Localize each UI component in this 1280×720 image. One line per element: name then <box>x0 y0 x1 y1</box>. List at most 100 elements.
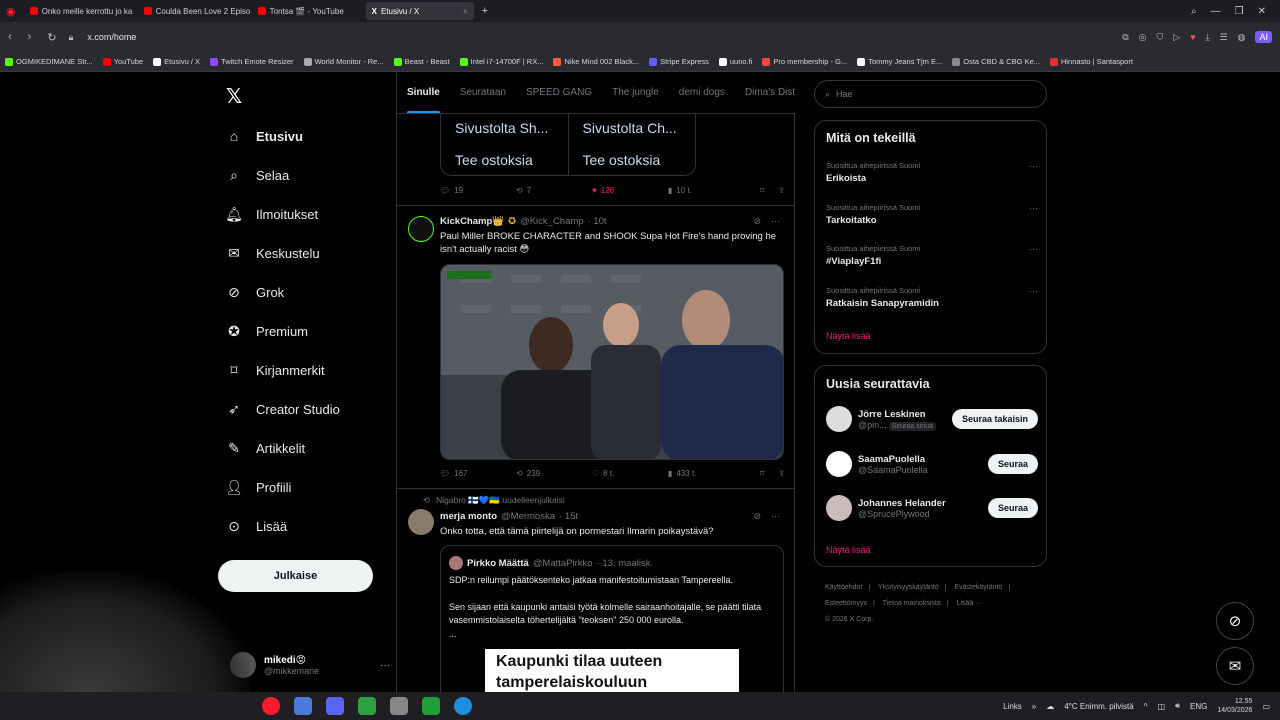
tab-for-you[interactable]: Sinulle <box>397 72 450 113</box>
nav-item-more[interactable]: ⊙ Lisää <box>226 515 287 537</box>
tweet-time[interactable]: · 15t <box>559 511 578 522</box>
search-tabs-icon[interactable]: ⌕ <box>1191 6 1197 17</box>
suggested-user[interactable]: SaamaPuolella @SaamaPuolella Seuraa <box>826 451 1038 477</box>
ai-button[interactable]: AI <box>1255 31 1272 43</box>
follow-back-button[interactable]: Seuraa takaisin <box>951 409 1038 429</box>
shield-app-icon[interactable] <box>390 697 408 715</box>
nav-item-messages[interactable]: ✉ Keskustelu <box>226 242 319 264</box>
notifications-icon[interactable]: ▭ <box>1262 702 1270 711</box>
reply-button[interactable]: 💬︎ 167 <box>440 469 516 478</box>
maximize-icon[interactable]: ❐ <box>1235 6 1244 17</box>
profile-icon[interactable]: ◍ <box>1238 32 1246 43</box>
nav-item-grok[interactable]: ⊘ Grok <box>226 281 284 303</box>
bookmark-icon[interactable]: ⌑ <box>760 186 764 195</box>
bookmark-icon[interactable]: ⌑ <box>760 469 764 478</box>
nav-item-articles[interactable]: ✎ Artikkelit <box>226 437 305 459</box>
show-more-link[interactable]: Näytä lisää <box>826 331 871 341</box>
bookmark-item[interactable]: World Monitor - Re... <box>299 57 389 66</box>
forward-icon[interactable]: › <box>28 31 32 44</box>
nav-item-premium[interactable]: ✪ Premium <box>226 320 308 342</box>
tray-arrow-icon[interactable]: ^ <box>1144 702 1148 711</box>
bookmark-item[interactable]: YouTube <box>98 57 148 66</box>
play-icon[interactable]: ▷ <box>1173 32 1180 43</box>
x-logo-icon[interactable]: 𝕏 <box>226 84 242 108</box>
footer-link[interactable]: Evästekäytäntö <box>955 584 1003 591</box>
footer-link[interactable]: Lisää ··· <box>957 600 983 607</box>
trend-item[interactable]: Suosittua aihepiirissä Suomi Erikoista ··· <box>826 161 1038 184</box>
grok-fab-button[interactable]: ⊘ <box>1216 602 1254 640</box>
opera-app-icon[interactable] <box>262 697 280 715</box>
bookmark-item[interactable]: Etusivu / X <box>148 57 205 66</box>
reply-button[interactable]: 💬︎ 19 <box>440 186 516 195</box>
close-tab-icon[interactable]: × <box>463 7 468 16</box>
opera-icon[interactable]: ◉ <box>0 5 22 18</box>
shield-icon[interactable]: ⛉ <box>1157 32 1164 43</box>
media-app-icon[interactable] <box>422 697 440 715</box>
bookmark-item[interactable]: Pro membership - G... <box>757 57 852 66</box>
more-icon[interactable]: ··· <box>771 216 780 227</box>
like-button[interactable]: ♥ 126 <box>592 186 668 195</box>
discord-icon[interactable] <box>326 697 344 715</box>
quote-image-card[interactable]: Kaupunki tilaa uuteen tamperelaiskouluun <box>485 649 739 692</box>
new-tab-icon[interactable]: + <box>474 5 496 17</box>
clock[interactable]: 12.55 14/03/2026 <box>1217 697 1252 715</box>
tab-the-jungle[interactable]: The jungle <box>602 72 669 113</box>
links-toolbar[interactable]: Links <box>1003 702 1022 711</box>
repost-by[interactable]: Nigabro 🇫🇮💙🇺🇦 uudelleenjulkaisi <box>436 495 565 506</box>
apps-icon[interactable] <box>294 697 312 715</box>
messages-fab-button[interactable]: ✉ <box>1216 647 1254 685</box>
bookmark-item[interactable]: OGMIKEDIMANE Str... <box>0 57 98 66</box>
share-icon[interactable]: ⇪ <box>778 469 785 478</box>
volume-icon[interactable]: 🔊︎ <box>1175 701 1180 711</box>
weather-text[interactable]: 4°C Enimm. pilvistä <box>1064 702 1133 711</box>
bookmark-item[interactable]: Nike Mind 002 Black... <box>548 57 644 66</box>
follow-button[interactable]: Seuraa <box>987 454 1038 474</box>
nav-item-profile[interactable]: 👤︎ Profiili <box>225 476 291 498</box>
chevron-icon[interactable]: » <box>1032 702 1036 711</box>
nav-item-home[interactable]: ⌂ Etusivu <box>226 125 303 147</box>
tab-demi-dogs[interactable]: demi dogs <box>669 72 735 113</box>
like-button[interactable]: ♡ 8 t. <box>592 469 668 478</box>
tweet-time[interactable]: · 10t <box>588 216 607 227</box>
avatar[interactable] <box>408 216 434 242</box>
trend-item[interactable]: Suosittua aihepiirissä Suomi #ViaplayF1fi… <box>826 244 1038 267</box>
footer-link[interactable]: Tietoa mainoksista <box>883 600 941 607</box>
suggested-user[interactable]: Johannes Helander @SprucePlywood Seuraa <box>826 495 1038 521</box>
author-name[interactable]: KickChamp👑 <box>440 216 504 227</box>
bookmark-item[interactable]: Osta CBD & CBG Ke... <box>947 57 1045 66</box>
shop-card[interactable]: Sivustolta Ch... Tee ostoksia <box>569 114 696 175</box>
bookmark-item[interactable]: Twitch Emote Resizer <box>205 57 299 66</box>
browser-tab[interactable]: Coulda Been Love 2 Episo <box>138 2 250 20</box>
grok-icon[interactable]: ⊘ <box>753 216 761 227</box>
network-icon[interactable]: ◫ <box>1157 702 1165 711</box>
reload-icon[interactable]: ↻ <box>47 31 56 44</box>
follow-button[interactable]: Seuraa <box>987 498 1038 518</box>
search-input[interactable]: ⌕ Hae <box>814 80 1047 108</box>
close-window-icon[interactable]: ✕ <box>1258 6 1266 17</box>
browser-tab-active[interactable]: X Etusivu / X × <box>365 2 474 20</box>
browser-tab[interactable]: Onko meille kerrottu jo ka <box>24 2 136 20</box>
author-handle[interactable]: @Mermoska <box>501 511 555 522</box>
suggested-user[interactable]: Jörre Leskinen @pin... Seuraa sinua Seuraa… <box>826 406 1038 432</box>
nav-item-creator-studio[interactable]: ➶ Creator Studio <box>226 398 340 420</box>
repost-button[interactable]: ⟲ 239 <box>516 469 592 478</box>
more-icon[interactable]: ··· <box>1029 203 1038 213</box>
camera-icon[interactable]: ◎ <box>1139 32 1147 43</box>
views-button[interactable]: ▮ 10 t. <box>668 186 744 195</box>
more-icon[interactable]: ··· <box>1029 244 1038 254</box>
author-name[interactable]: merja monto <box>440 511 497 522</box>
shop-card[interactable]: Sivustolta Sh... Tee ostoksia <box>441 114 569 175</box>
bookmark-item[interactable]: Intel i7-14700F | RX... <box>455 57 549 66</box>
bookmark-item[interactable]: Tommy Jeans Tjm E... <box>852 57 947 66</box>
trend-item[interactable]: Suosittua aihepiirissä Suomi Tarkoitatko ·… <box>826 203 1038 226</box>
back-icon[interactable]: ‹ <box>8 31 12 44</box>
footer-link[interactable]: Käyttöehdot <box>825 584 862 591</box>
edge-icon[interactable] <box>454 697 472 715</box>
download-icon[interactable]: ⤓ <box>1206 32 1210 43</box>
browser-tab[interactable]: Tontsa 🎬 - YouTube <box>252 2 364 20</box>
menu-icon[interactable]: ☰ <box>1220 32 1228 43</box>
share-icon[interactable]: ⇪ <box>778 186 785 195</box>
nav-item-explore[interactable]: ⌕ Selaa <box>226 164 289 186</box>
more-icon[interactable]: ··· <box>1029 286 1038 296</box>
footer-link[interactable]: Yksityisyyskäytäntö <box>878 584 939 591</box>
